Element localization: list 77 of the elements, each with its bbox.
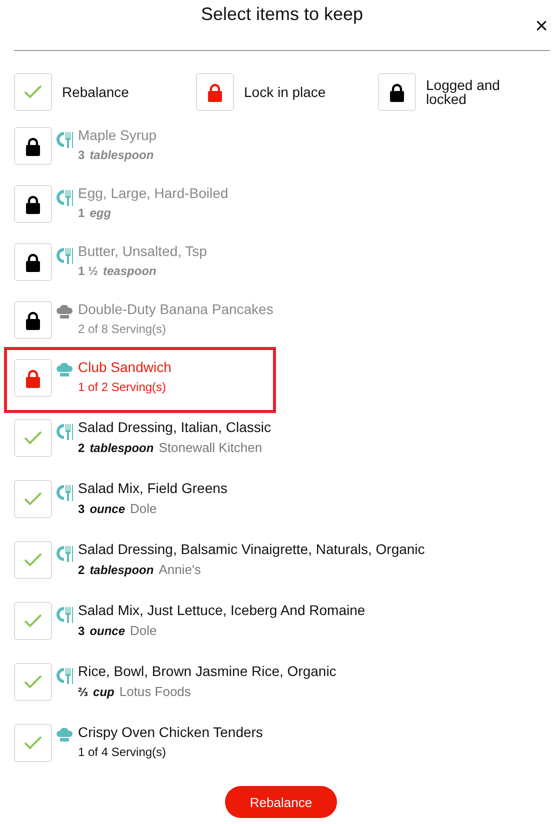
checkmark-icon: [24, 553, 42, 567]
lock-icon: [207, 82, 223, 102]
dialog-title: Select items to keep: [200, 4, 364, 25]
state-toggle[interactable]: [14, 419, 52, 457]
item-unit: tablespoon: [90, 563, 154, 577]
item-name: Double-Duty Banana Pancakes: [78, 301, 274, 317]
item-unit: tablespoon: [90, 148, 154, 162]
lock-icon: [25, 368, 41, 388]
lock-icon: [25, 194, 41, 214]
item-amount: 3: [78, 502, 85, 516]
plate-cutlery-icon: [56, 606, 73, 623]
item-unit: teaspoon: [103, 264, 156, 278]
state-toggle[interactable]: [14, 359, 52, 397]
state-toggle[interactable]: [14, 602, 52, 640]
item-unit: egg: [90, 206, 112, 220]
chef-hat-icon: [56, 728, 73, 742]
chef-hat-icon: [56, 305, 73, 319]
state-toggle[interactable]: [14, 185, 52, 223]
item-amount: 3: [78, 148, 85, 162]
item-name: Crispy Oven Chicken Tenders: [78, 724, 263, 740]
item-brand: Stonewall Kitchen: [158, 440, 262, 455]
checkmark-icon: [24, 492, 42, 506]
legend-label: Lock in place: [244, 85, 326, 99]
lock-icon: [25, 310, 41, 330]
item-unit: tablespoon: [90, 441, 154, 455]
legend-label: Rebalance: [62, 85, 129, 99]
item-amount: 2: [78, 563, 85, 577]
item-servings: 1 of 2 Serving(s): [78, 380, 168, 394]
item-brand: Annie's: [158, 562, 201, 577]
lock-icon: [25, 252, 41, 272]
checkmark-icon: [24, 85, 42, 99]
item-brand: Dole: [130, 623, 157, 638]
item-name: Egg, Large, Hard-Boiled: [78, 185, 228, 201]
item-name: Salad Dressing, Balsamic Vinaigrette, Naturals, Organic: [78, 541, 425, 557]
item-name: Club Sandwich: [78, 359, 172, 375]
item-amount: ⅔: [78, 685, 88, 699]
plate-cutlery-icon: [56, 423, 73, 440]
lock-icon: [25, 136, 41, 156]
item-name: Rice, Bowl, Brown Jasmine Rice, Organic: [78, 663, 336, 679]
item-unit: ounce: [90, 624, 126, 638]
state-toggle[interactable]: [14, 243, 52, 281]
item-brand: Lotus Foods: [119, 684, 191, 699]
item-name: Salad Dressing, Italian, Classic: [78, 419, 271, 435]
plate-cutlery-icon: [56, 247, 73, 264]
item-brand: Dole: [130, 501, 157, 516]
item-name: Maple Syrup: [78, 127, 157, 143]
state-toggle[interactable]: [14, 480, 52, 518]
item-amount: 1: [78, 206, 85, 220]
plate-cutlery-icon: [56, 484, 73, 501]
checkmark-icon: [24, 675, 42, 689]
item-amount: 3: [78, 624, 85, 638]
legend-label: Logged and locked: [426, 78, 501, 106]
item-servings: 1 of 4 Serving(s): [78, 745, 168, 759]
checkmark-icon: [24, 736, 42, 750]
plate-cutlery-icon: [56, 667, 73, 684]
plate-cutlery-icon: [56, 189, 73, 206]
state-toggle[interactable]: [14, 301, 52, 339]
item-servings: 2 of 8 Serving(s): [78, 322, 168, 336]
state-toggle[interactable]: [14, 724, 52, 762]
state-toggle[interactable]: [14, 541, 52, 579]
lock-icon: [389, 82, 405, 102]
item-unit: ounce: [90, 502, 126, 516]
chef-hat-icon: [56, 363, 73, 377]
item-amount: 2: [78, 441, 85, 455]
item-name: Salad Mix, Just Lettuce, Iceberg And Romaine: [78, 602, 366, 618]
item-name: Salad Mix, Field Greens: [78, 480, 228, 496]
state-toggle[interactable]: [14, 663, 52, 701]
plate-cutlery-icon: [56, 545, 73, 562]
plate-cutlery-icon: [56, 131, 73, 148]
state-toggle[interactable]: [14, 127, 52, 165]
close-button[interactable]: ×: [533, 15, 550, 37]
item-name: Butter, Unsalted, Tsp: [78, 243, 207, 259]
item-amount: 1 ½: [78, 264, 98, 278]
rebalance-button[interactable]: Rebalance: [225, 786, 337, 818]
checkmark-icon: [24, 431, 42, 445]
checkmark-icon: [24, 614, 42, 628]
item-unit: cup: [93, 685, 114, 699]
